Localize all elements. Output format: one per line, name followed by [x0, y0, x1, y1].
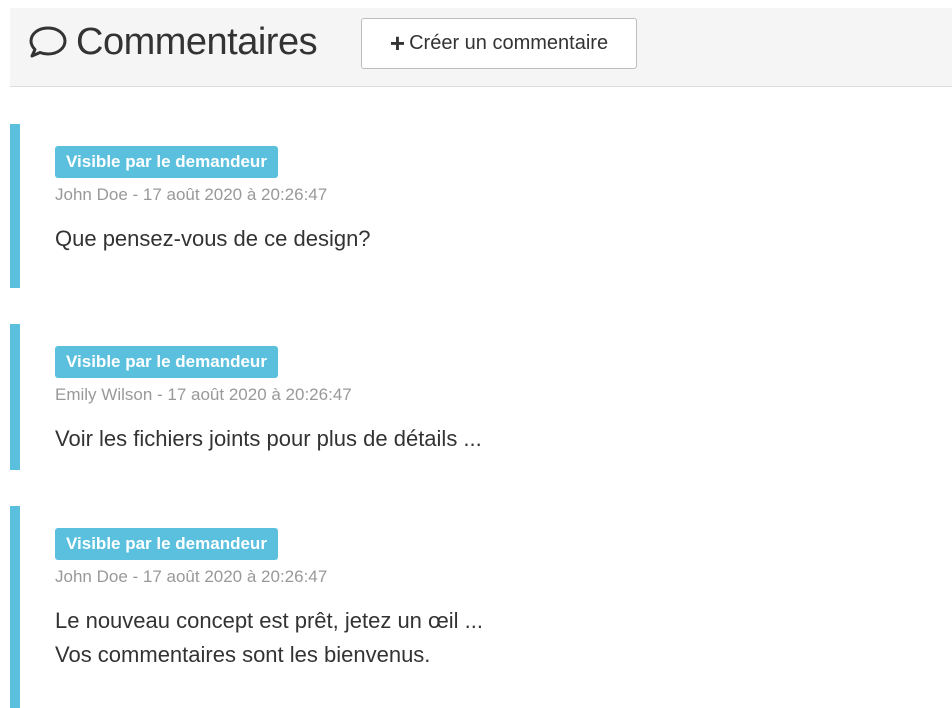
page-title-text: Commentaires	[76, 20, 318, 63]
comment-meta: Emily Wilson - 17 août 2020 à 20:26:47	[55, 385, 352, 404]
comments-header: Commentaires + Créer un commentaire	[10, 8, 952, 87]
visibility-badge: Visible par le demandeur	[55, 528, 278, 560]
comment-meta: John Doe - 17 août 2020 à 20:26:47	[55, 185, 328, 204]
comment-line: Voir les fichiers joints pour plus de dé…	[55, 426, 482, 451]
comment-item: Visible par le demandeur Emily Wilson - …	[10, 324, 952, 470]
comment-body: Voir les fichiers joints pour plus de dé…	[55, 422, 482, 456]
comment-item: Visible par le demandeur John Doe - 17 a…	[10, 124, 952, 288]
visibility-badge: Visible par le demandeur	[55, 146, 278, 178]
comment-line: Que pensez-vous de ce design?	[55, 226, 371, 251]
comment-body: Le nouveau concept est prêt, jetez un œi…	[55, 604, 483, 672]
comment-line: Le nouveau concept est prêt, jetez un œi…	[55, 608, 484, 633]
comment-line: Vos commentaires sont les bienvenus.	[55, 642, 431, 667]
comment-item: Visible par le demandeur John Doe - 17 a…	[10, 506, 952, 708]
comment-body: Que pensez-vous de ce design?	[55, 222, 371, 256]
visibility-badge: Visible par le demandeur	[55, 346, 278, 378]
comment-meta: John Doe - 17 août 2020 à 20:26:47	[55, 567, 328, 586]
create-comment-button[interactable]: + Créer un commentaire	[361, 18, 637, 69]
plus-icon: +	[389, 27, 406, 58]
comment-bubble-icon	[28, 24, 68, 60]
create-comment-label: Créer un commentaire	[409, 32, 609, 54]
page-title: Commentaires	[28, 20, 318, 63]
